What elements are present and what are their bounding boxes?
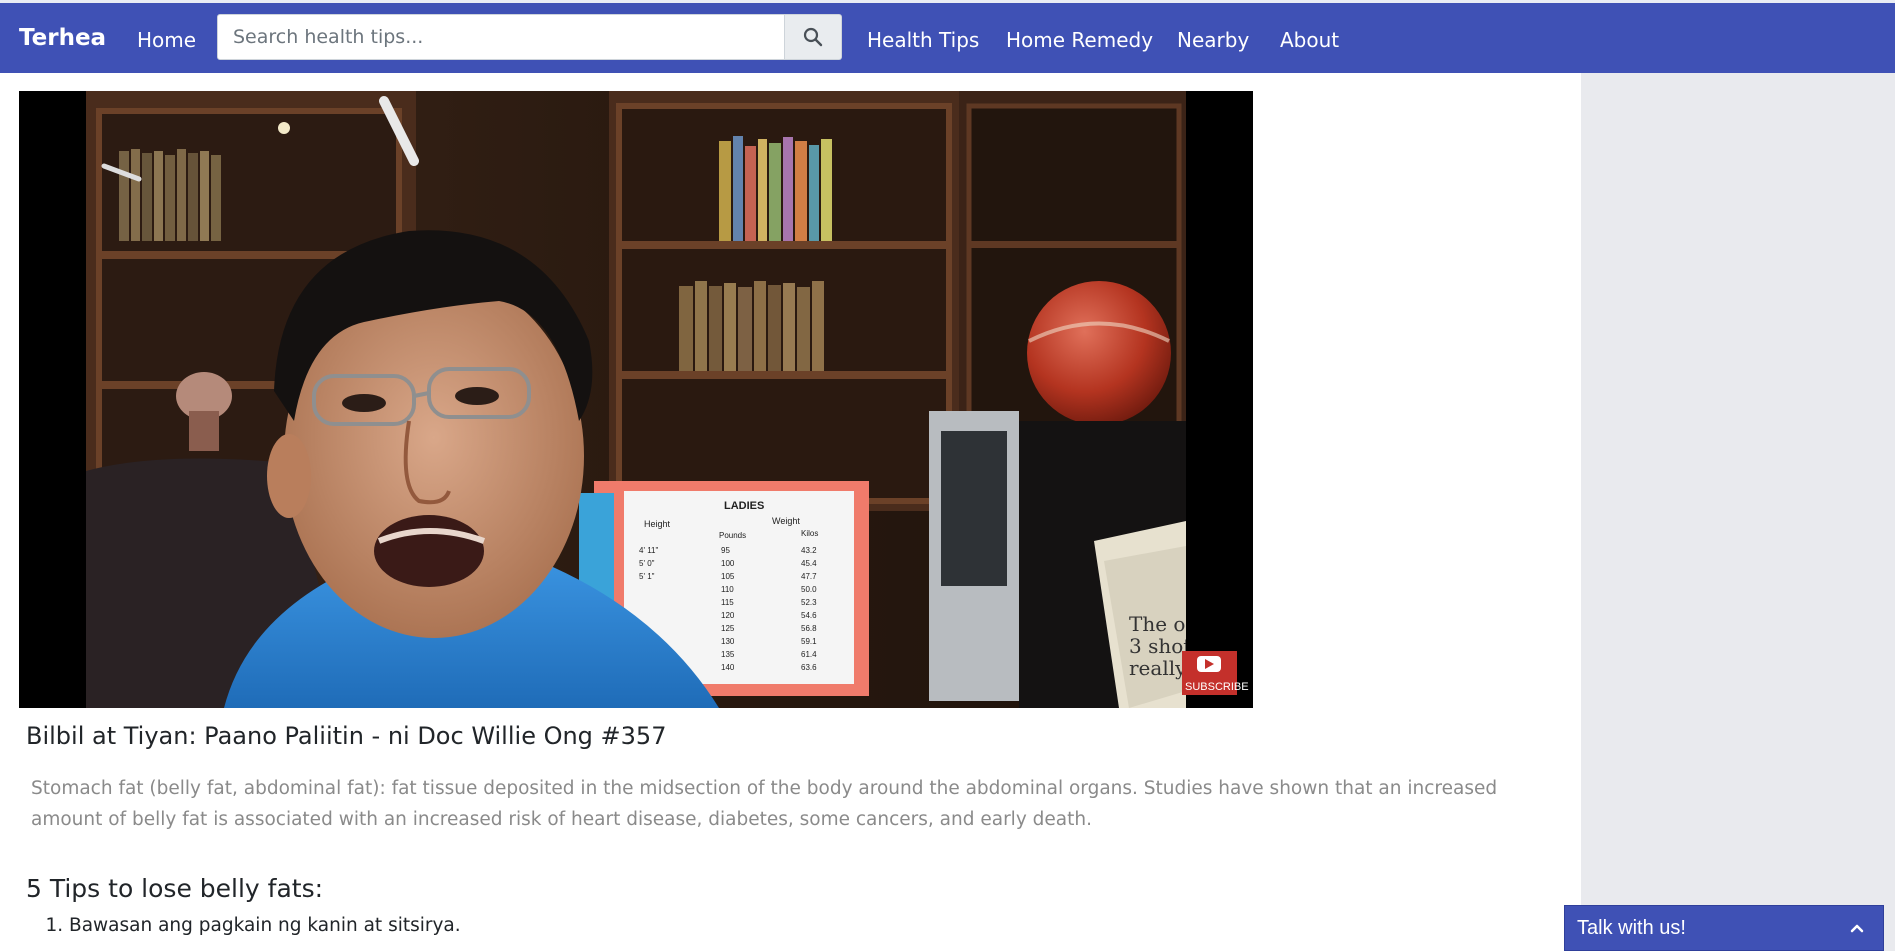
chart-card-cell: 4' 11" (639, 546, 659, 555)
video-player[interactable]: LADIES Height Weight Pounds Kilos 4' 11"… (19, 91, 1253, 708)
right-sidebar (1581, 73, 1895, 951)
chart-card-cell: 135 (721, 650, 735, 659)
chart-card-cell: 5' 0" (639, 559, 655, 568)
chart-card-cell: 61.4 (801, 650, 817, 659)
tips-heading: 5 Tips to lose belly fats: (26, 874, 324, 903)
chat-widget[interactable]: Talk with us! (1564, 905, 1884, 951)
chart-card-cell: 43.2 (801, 546, 817, 555)
chart-card-cell: 100 (721, 559, 735, 568)
navbar: Terhea Home Health Tips Home Remedy Near… (0, 3, 1895, 73)
book-cover-line-2: 3 shot (1129, 634, 1191, 658)
nav-home[interactable]: Home (137, 28, 196, 52)
chart-card-kilos-label: Kilos (801, 529, 818, 538)
search-button[interactable] (785, 14, 842, 60)
chart-card-cell: 125 (721, 624, 735, 633)
book-cover-line-3: really (1129, 656, 1187, 680)
tips-list: Bawasan ang pagkain ng kanin at sitsirya… (26, 915, 461, 936)
search-input[interactable] (217, 14, 785, 60)
chart-card-cell: 50.0 (801, 585, 817, 594)
chart-card-cell: 140 (721, 663, 735, 672)
chart-card-pounds-label: Pounds (719, 531, 746, 540)
nav-health-tips[interactable]: Health Tips (867, 28, 979, 52)
chart-card-cell: 45.4 (801, 559, 817, 568)
chart-card-heading: LADIES (724, 500, 764, 512)
chart-card-cell: 59.1 (801, 637, 817, 646)
chart-card-cell: 54.6 (801, 611, 817, 620)
chart-card-cell: 120 (721, 611, 735, 620)
article-description: Stomach fat (belly fat, abdominal fat): … (31, 778, 1498, 830)
nav-about[interactable]: About (1280, 28, 1339, 52)
chart-card-cell: 63.6 (801, 663, 817, 672)
video-frame: LADIES Height Weight Pounds Kilos 4' 11"… (19, 91, 1253, 708)
search-icon (803, 27, 823, 47)
chat-label: Talk with us! (1577, 917, 1686, 939)
video-title: Bilbil at Tiyan: Paano Paliitin - ni Doc… (26, 722, 667, 750)
chart-card-cell: 52.3 (801, 598, 817, 607)
chart-card-height-label: Height (644, 519, 671, 529)
chart-card-weight-label: Weight (772, 516, 800, 526)
chart-card-cell: 130 (721, 637, 735, 646)
chart-card-cell: 5' 1" (639, 572, 655, 581)
nav-nearby[interactable]: Nearby (1177, 28, 1249, 52)
chevron-up-icon[interactable] (1849, 920, 1865, 936)
subscribe-label: SUBSCRIBE (1185, 681, 1249, 693)
chart-card-cell: 115 (721, 598, 734, 607)
chart-card-cell: 47.7 (801, 572, 817, 581)
chart-card-cell: 95 (721, 546, 730, 555)
list-item: Bawasan ang pagkain ng kanin at sitsirya… (69, 915, 461, 936)
chart-card-cell: 105 (721, 572, 735, 581)
brand-logo[interactable]: Terhea (19, 25, 106, 51)
chart-card-cell: 110 (721, 585, 734, 594)
nav-home-remedy[interactable]: Home Remedy (1006, 28, 1153, 52)
chart-card-cell: 56.8 (801, 624, 817, 633)
